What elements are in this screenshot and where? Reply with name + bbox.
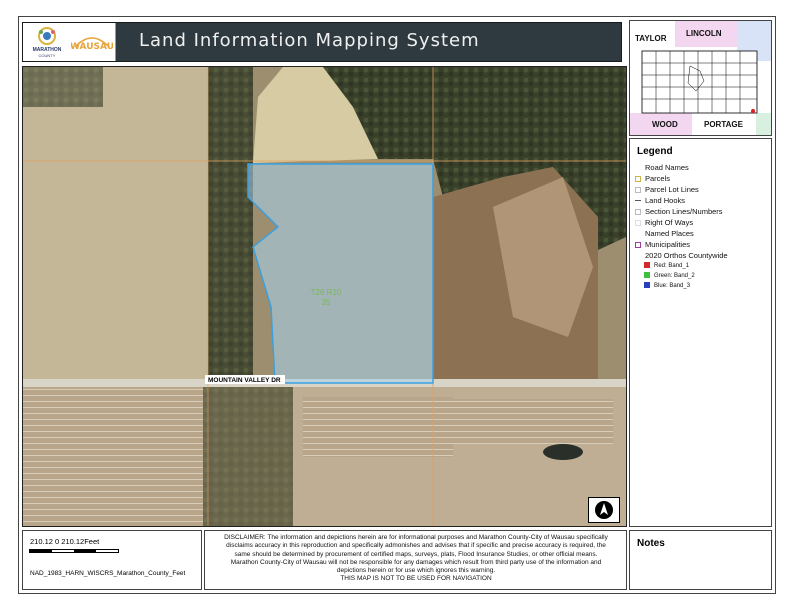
disclaimer-text: DISCLAIMER: The information and depictio… — [209, 534, 623, 584]
legend-item-land-hooks: Land Hooks — [635, 196, 685, 205]
band-green-swatch-icon — [644, 272, 650, 278]
disclaimer-panel: DISCLAIMER: The information and depictio… — [204, 530, 627, 590]
legend-symbol-none — [635, 231, 641, 237]
municipality-swatch-icon — [635, 242, 641, 248]
legend-band-blue: Blue: Band_3 — [644, 282, 690, 289]
overview-map-graphic: TAYLOR LINCOLN WOOD PORTAGE — [630, 21, 771, 135]
notes-title: Notes — [637, 538, 665, 549]
disclaimer-line: Marathon County-City of Wausau will not … — [230, 558, 602, 566]
band-blue-swatch-icon — [644, 282, 650, 288]
disclaimer-line: DISCLAIMER: The information and depictio… — [224, 534, 608, 541]
legend-panel: Legend Road Names Parcels Parcel Lot Lin… — [629, 138, 772, 527]
north-arrow-icon — [588, 497, 620, 523]
disclaimer-line: depictions herein or for use which ignor… — [336, 567, 496, 575]
location-marker-icon — [751, 109, 755, 113]
legend-symbol-none — [635, 253, 641, 259]
disclaimer-line: THIS MAP IS NOT TO BE USED FOR NAVIGATIO… — [340, 575, 492, 583]
county-label-taylor: TAYLOR — [635, 34, 667, 43]
right-of-way-swatch-icon — [635, 220, 641, 226]
legend-symbol-none — [635, 165, 641, 171]
legend-item-named-places: Named Places — [635, 229, 694, 238]
legend-item-section-lines: Section Lines/Numbers — [635, 207, 723, 216]
legend-item-road-names: Road Names — [635, 163, 689, 172]
county-label-lincoln: LINCOLN — [686, 29, 722, 38]
road-label: MOUNTAIN VALLEY DR — [208, 377, 281, 384]
scale-panel: 210.12 0 210.12Feet NAD_1983_HARN_WISCRS… — [22, 530, 202, 590]
land-hook-line-icon — [635, 200, 641, 201]
legend-item-right-of-ways: Right Of Ways — [635, 218, 693, 227]
overview-map[interactable]: TAYLOR LINCOLN WOOD PORTAGE — [629, 20, 772, 136]
projection-text: NAD_1983_HARN_WISCRS_Marathon_County_Fee… — [30, 570, 186, 577]
section-line-swatch-icon — [635, 209, 641, 215]
legend-item-parcels: Parcels — [635, 174, 670, 183]
parcel-label-1: T26 R10 — [311, 288, 342, 297]
scale-text: 210.12 0 210.12Feet — [30, 537, 100, 546]
map-view[interactable]: T26 R10 35 MOUNTAIN VALLEY DR — [22, 66, 627, 527]
scale-bar-segment — [74, 550, 96, 552]
legend-item-orthos: 2020 Orthos Countywide — [635, 251, 728, 260]
logo-wausau-text: WAUSAU — [71, 42, 113, 52]
scale-bar-segment — [30, 550, 52, 552]
band-red-swatch-icon — [644, 262, 650, 268]
parcel-swatch-icon — [635, 176, 641, 182]
notes-panel: Notes — [629, 530, 772, 590]
logo-county-bottom-text: COUNTY — [39, 53, 56, 58]
header-bar: MARATHON COUNTY WAUSAU Land Information … — [22, 22, 622, 62]
disclaimer-line: same should be determined by procurement… — [234, 550, 598, 558]
disclaimer-line: disclaims accuracy in this reproduction … — [226, 542, 606, 550]
lot-line-swatch-icon — [635, 187, 641, 193]
selected-parcel — [247, 163, 434, 384]
legend-item-parcel-lot-lines: Parcel Lot Lines — [635, 185, 699, 194]
marathon-county-logo: MARATHON COUNTY — [33, 27, 62, 58]
page-title: Land Information Mapping System — [139, 30, 480, 51]
legend-title: Legend — [637, 146, 673, 157]
logo-area: MARATHON COUNTY WAUSAU — [23, 23, 116, 61]
county-label-wood: WOOD — [652, 120, 678, 129]
legend-item-municipalities: Municipalities — [635, 240, 690, 249]
legend-band-green: Green: Band_2 — [644, 272, 695, 279]
parcel-label-2: 35 — [322, 298, 331, 307]
county-label-portage: PORTAGE — [704, 120, 744, 129]
legend-band-red: Red: Band_1 — [644, 262, 689, 269]
aerial-imagery: T26 R10 35 MOUNTAIN VALLEY DR — [23, 67, 626, 526]
scale-bar — [29, 549, 119, 553]
wausau-logo: WAUSAU — [71, 37, 113, 52]
